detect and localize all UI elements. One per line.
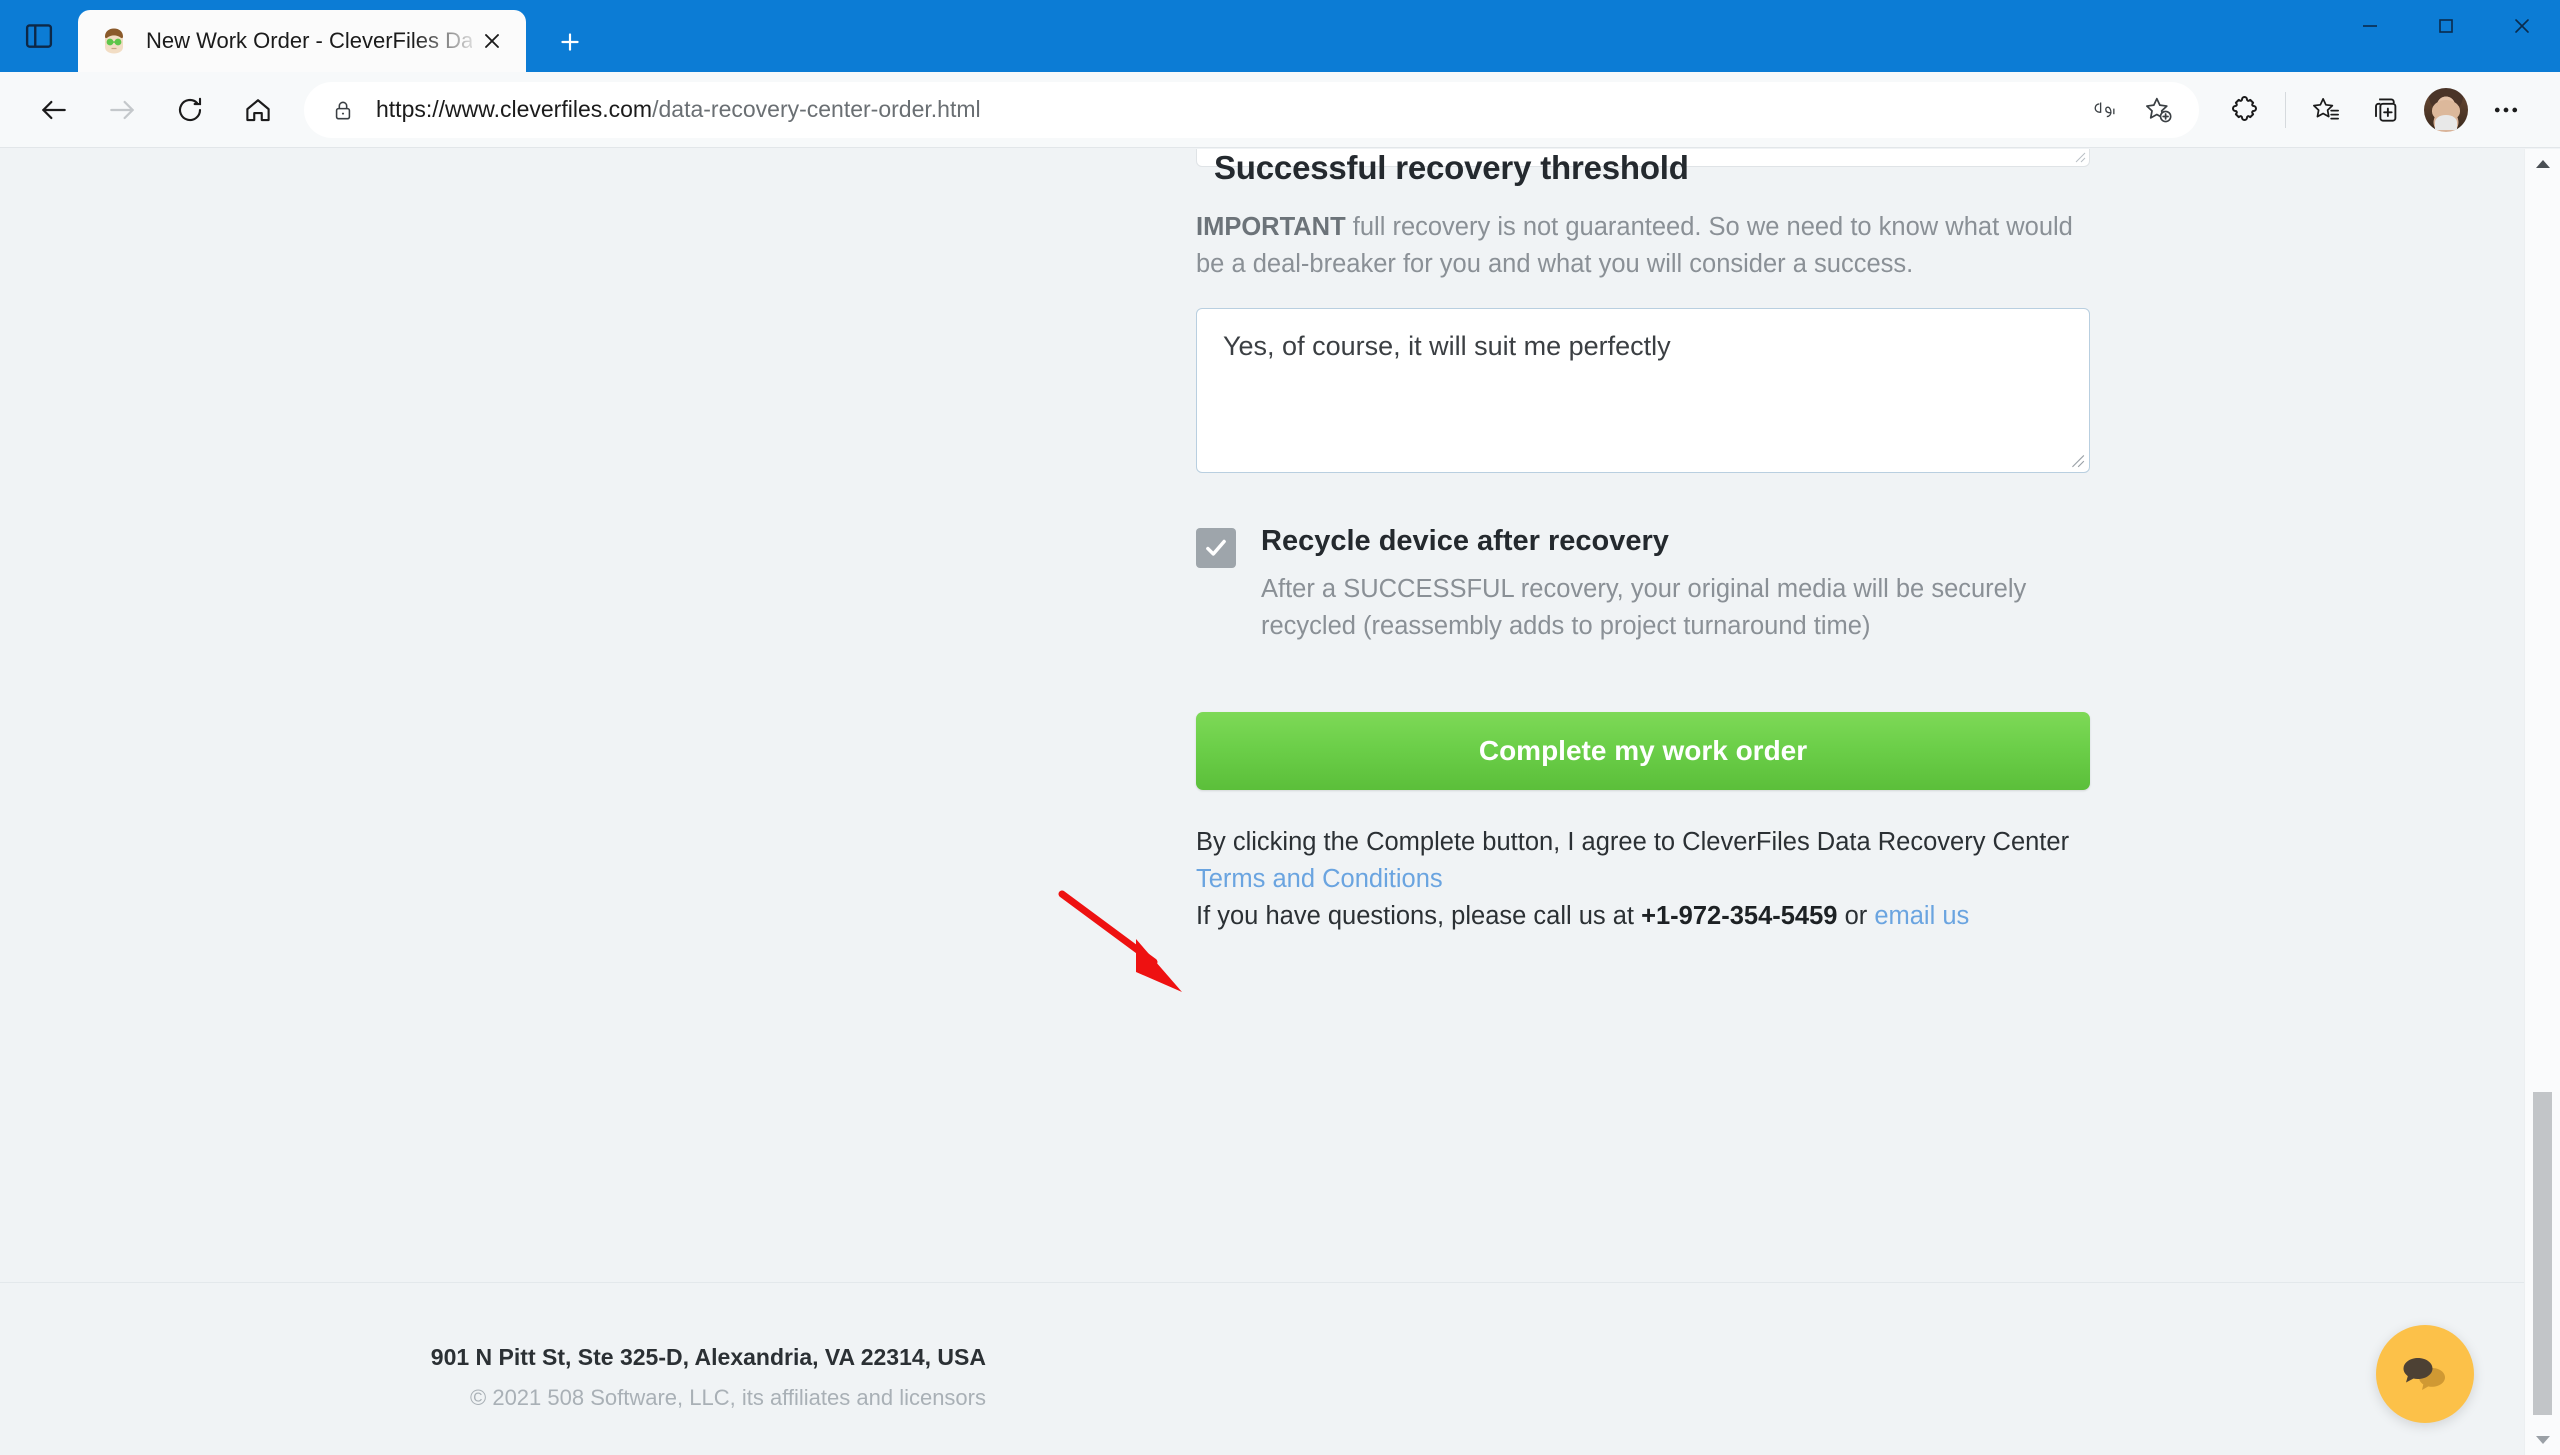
- translate-icon[interactable]: [2077, 83, 2131, 137]
- home-icon[interactable]: [228, 80, 288, 140]
- scroll-down-icon[interactable]: [2525, 1425, 2560, 1455]
- window-close-icon[interactable]: [2484, 0, 2560, 52]
- recycle-checkbox[interactable]: [1196, 528, 1236, 569]
- email-us-link[interactable]: email us: [1874, 902, 1969, 930]
- address-bar[interactable]: https://www.cleverfiles.com/data-recover…: [304, 81, 2199, 138]
- tab-close-icon[interactable]: [472, 21, 512, 61]
- legal-line1-text: By clicking the Complete button, I agree…: [1196, 827, 2070, 856]
- cleverfiles-face-icon: [100, 27, 128, 55]
- profile-avatar[interactable]: [2424, 87, 2468, 132]
- chat-bubbles-icon: [2403, 1358, 2445, 1390]
- chat-widget-button[interactable]: [2376, 1325, 2474, 1423]
- red-arrow-annotation: [1058, 890, 1182, 992]
- toolbar-divider: [2285, 91, 2286, 128]
- collections-icon[interactable]: [2356, 80, 2416, 140]
- scroll-up-icon[interactable]: [2525, 149, 2560, 179]
- back-arrow-icon[interactable]: [24, 80, 84, 140]
- recycle-text-block: Recycle device after recovery After a SU…: [1261, 526, 2090, 644]
- footer-address: 901 N Pitt St, Ste 325-D, Alexandria, VA…: [430, 1344, 986, 1370]
- tab-title: New Work Order - CleverFiles Da: [146, 28, 472, 53]
- minimize-icon[interactable]: [2332, 0, 2408, 52]
- browser-window: New Work Order - CleverFiles Da https://…: [0, 0, 2560, 1455]
- toolbar-right-actions: [2215, 80, 2536, 140]
- new-tab-button[interactable]: [540, 12, 600, 72]
- favorites-icon[interactable]: [2296, 80, 2356, 140]
- page-viewport: Successful recovery threshold IMPORTANT …: [0, 149, 2560, 1455]
- footer-address-block: 901 N Pitt St, Ste 325-D, Alexandria, VA…: [406, 1344, 986, 1411]
- legal-or-text: or: [1837, 901, 1875, 930]
- browser-titlebar: New Work Order - CleverFiles Da: [0, 0, 2560, 72]
- recycle-option-row: Recycle device after recovery After a SU…: [1196, 526, 2090, 644]
- page-footer: [0, 1283, 2524, 1455]
- footer-copyright: © 2021 508 Software, LLC, its affiliates…: [470, 1385, 986, 1410]
- lock-icon: [326, 93, 360, 127]
- extensions-icon[interactable]: [2215, 80, 2275, 140]
- scrollbar-track[interactable]: [2529, 179, 2556, 1425]
- forward-arrow-icon: [92, 80, 152, 140]
- threshold-textarea-value: Yes, of course, it will suit me perfectl…: [1223, 331, 1671, 362]
- scrollbar-thumb[interactable]: [2533, 1092, 2552, 1415]
- order-form-section: Successful recovery threshold IMPORTANT …: [1196, 149, 2090, 935]
- refresh-icon[interactable]: [160, 80, 220, 140]
- window-controls: [2332, 0, 2560, 52]
- url-host: https://www.cleverfiles.com: [376, 96, 653, 122]
- browser-toolbar: https://www.cleverfiles.com/data-recover…: [0, 72, 2560, 148]
- url-path: /data-recovery-center-order.html: [652, 96, 981, 122]
- legal-line2-text: If you have questions, please call us at: [1196, 901, 1642, 930]
- tab-strip-icon[interactable]: [0, 0, 78, 72]
- support-phone-number: +1-972-354-5459: [1641, 901, 1838, 930]
- address-bar-url: https://www.cleverfiles.com/data-recover…: [376, 96, 2077, 123]
- more-options-icon[interactable]: [2476, 80, 2536, 140]
- maximize-icon[interactable]: [2408, 0, 2484, 52]
- terms-and-conditions-link[interactable]: Terms and Conditions: [1196, 865, 1443, 893]
- recycle-label: Recycle device after recovery: [1261, 525, 1669, 558]
- add-favorite-icon[interactable]: [2131, 83, 2185, 137]
- page-content: Successful recovery threshold IMPORTANT …: [0, 149, 2524, 1455]
- complete-work-order-button[interactable]: Complete my work order: [1196, 711, 2090, 790]
- threshold-textarea[interactable]: Yes, of course, it will suit me perfectl…: [1196, 308, 2090, 474]
- resize-grip-icon[interactable]: [2069, 452, 2085, 468]
- important-label: IMPORTANT: [1196, 213, 1346, 241]
- page-title: Successful recovery threshold: [1214, 149, 1689, 186]
- recycle-description: After a SUCCESSFUL recovery, your origin…: [1261, 575, 2027, 641]
- checkmark-icon: [1206, 540, 1226, 557]
- browser-tab[interactable]: New Work Order - CleverFiles Da: [78, 10, 526, 72]
- address-bar-actions: [2077, 83, 2185, 137]
- page-scrollbar[interactable]: [2524, 149, 2560, 1455]
- legal-terms-text: By clicking the Complete button, I agree…: [1196, 824, 2090, 935]
- important-notice: IMPORTANT full recovery is not guarantee…: [1196, 209, 2090, 282]
